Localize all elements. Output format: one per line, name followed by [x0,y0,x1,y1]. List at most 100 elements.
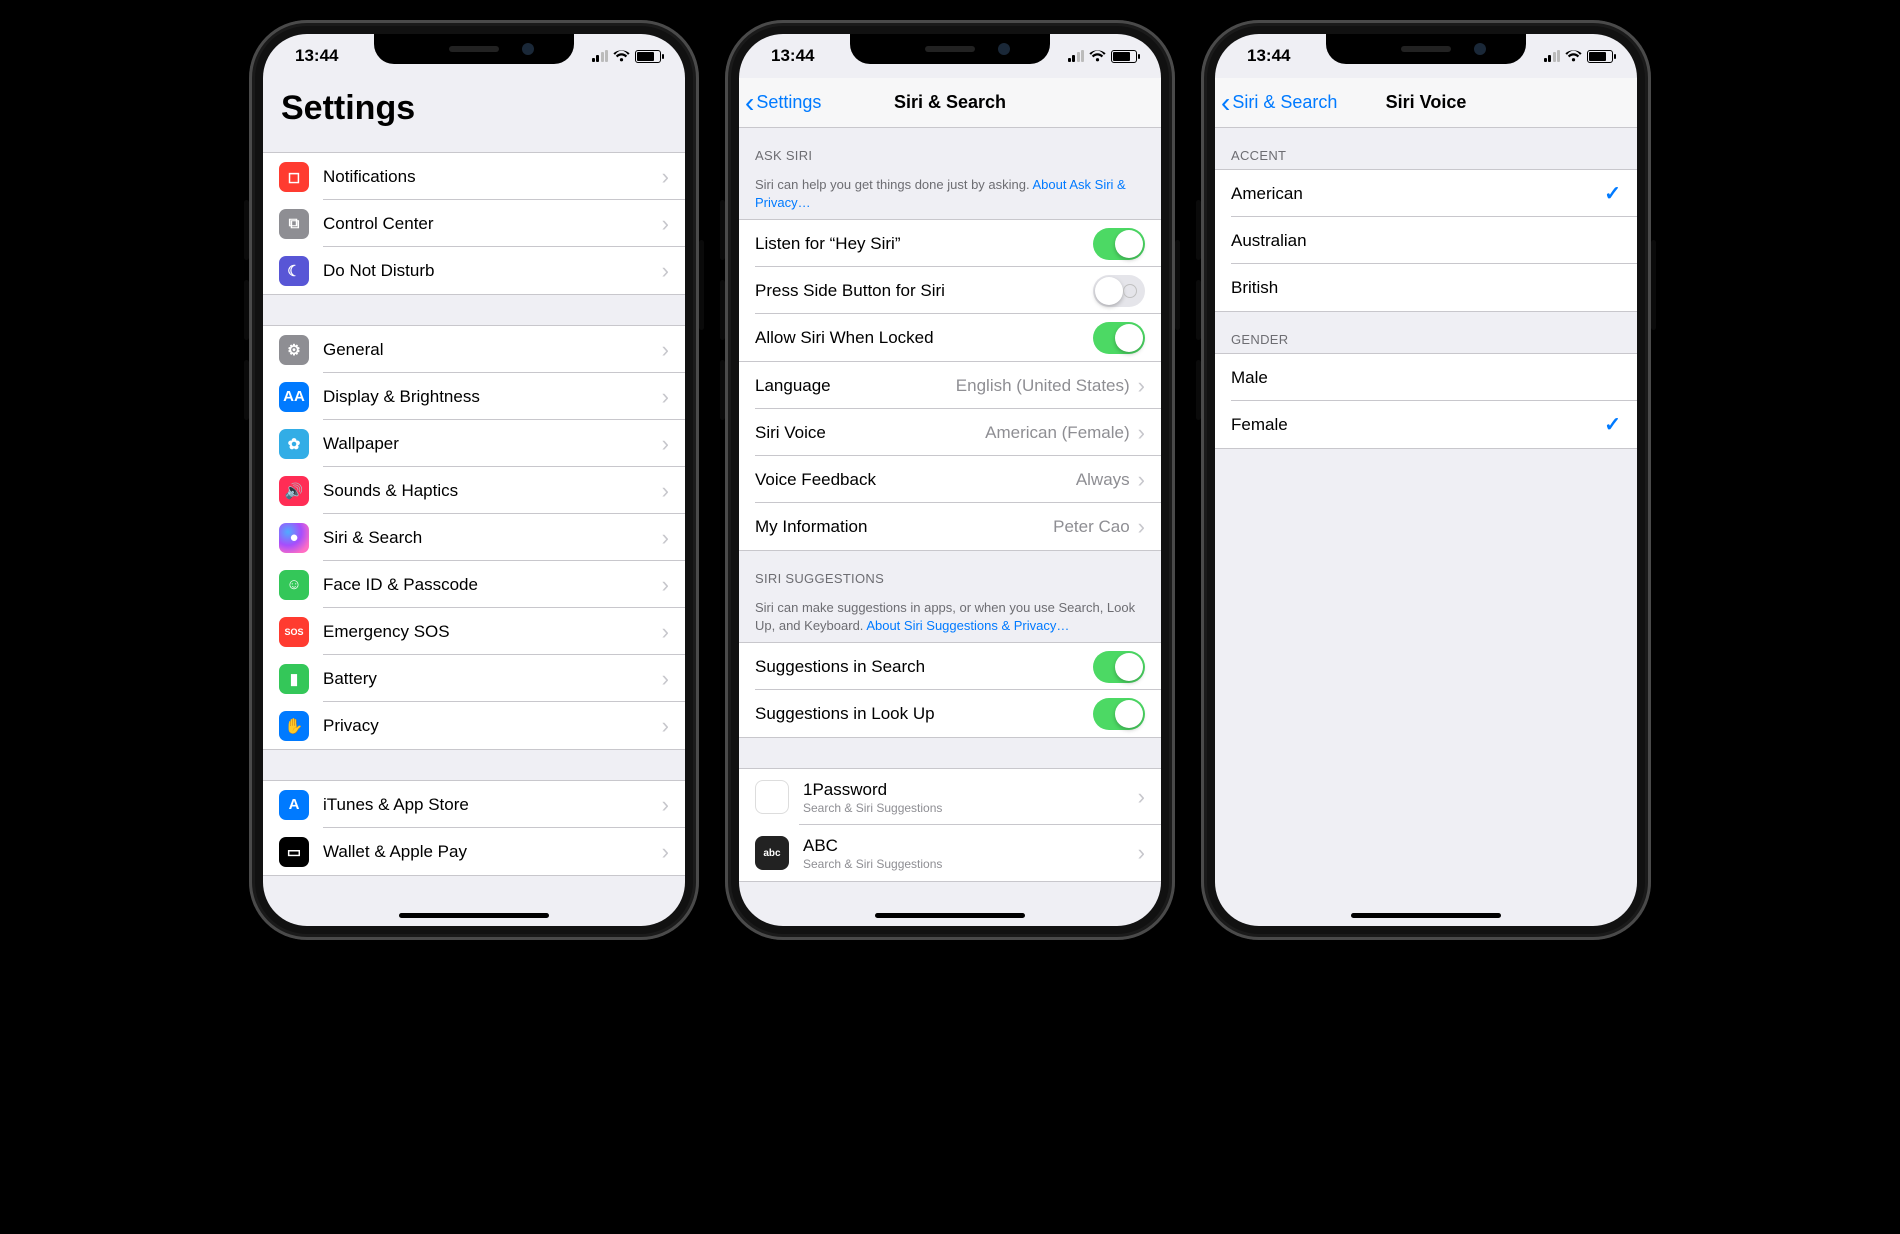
row-label: Emergency SOS [323,622,662,642]
row-label: Siri Voice [755,423,985,443]
back-button[interactable]: ‹ Settings [745,89,821,117]
control-center-icon: ⧉ [279,209,309,239]
back-button[interactable]: ‹ Siri & Search [1221,89,1337,117]
row-myinfo[interactable]: My Information Peter Cao › [739,503,1161,550]
toggle-hey-siri[interactable] [1093,228,1145,260]
phone-siri-voice: 13:44 ‹ Siri & Search Siri Voice ACCENT … [1201,20,1651,940]
app-row-abc[interactable]: abc ABC Search & Siri Suggestions › [739,825,1161,881]
settings-row-siri[interactable]: ● Siri & Search › [263,514,685,561]
row-label: Suggestions in Look Up [755,704,1093,724]
notch [850,34,1050,64]
settings-row-faceid[interactable]: ☺ Face ID & Passcode › [263,561,685,608]
row-label: Listen for “Hey Siri” [755,234,1093,254]
toggle-side-button[interactable] [1093,275,1145,307]
row-label: Face ID & Passcode [323,575,662,595]
app-label: 1Password [803,780,887,799]
settings-row-battery[interactable]: ▮ Battery › [263,655,685,702]
app-sub: Search & Siri Suggestions [803,801,1138,815]
chevron-right-icon: › [662,478,669,504]
wifi-icon [613,50,630,63]
signal-icon [1544,50,1561,62]
settings-row-notifications[interactable]: ◻ Notifications › [263,153,685,200]
option-american[interactable]: American ✓ [1215,170,1637,217]
section-header-ask-siri: ASK SIRI [739,128,1161,169]
chevron-right-icon: › [1138,784,1145,810]
settings-row-wallet[interactable]: ▭ Wallet & Apple Pay › [263,828,685,875]
app-row-1password[interactable]: ① 1Password Search & Siri Suggestions › [739,769,1161,825]
siri-icon: ● [279,523,309,553]
1password-icon: ① [755,780,789,814]
settings-content[interactable]: ◻ Notifications › ⧉ Control Center › ☾ D… [263,138,685,926]
option-british[interactable]: British [1215,264,1637,311]
back-label: Siri & Search [1232,92,1337,113]
app-label: ABC [803,836,838,855]
row-language[interactable]: Language English (United States) › [739,362,1161,409]
section-header-suggestions: SIRI SUGGESTIONS [739,551,1161,592]
row-sugg-search: Suggestions in Search [739,643,1161,690]
toggle-sugg-lookup[interactable] [1093,698,1145,730]
nav-bar: ‹ Settings Siri & Search [739,78,1161,128]
chevron-right-icon: › [662,572,669,598]
chevron-right-icon: › [662,164,669,190]
row-label: Voice Feedback [755,470,1076,490]
settings-row-general[interactable]: ⚙ General › [263,326,685,373]
abc-icon: abc [755,836,789,870]
notch [374,34,574,64]
settings-row-wallpaper[interactable]: ✿ Wallpaper › [263,420,685,467]
row-label: Notifications [323,167,662,187]
about-suggestions-link[interactable]: About Siri Suggestions & Privacy… [866,618,1069,633]
chevron-right-icon: › [1138,467,1145,493]
nav-bar: Settings [263,78,685,138]
home-indicator[interactable] [875,913,1025,918]
row-label: Privacy [323,716,662,736]
toggle-sugg-search[interactable] [1093,651,1145,683]
row-feedback[interactable]: Voice Feedback Always › [739,456,1161,503]
section-header-accent: ACCENT [1215,128,1637,169]
settings-row-dnd[interactable]: ☾ Do Not Disturb › [263,247,685,294]
row-detail: English (United States) [956,376,1130,396]
row-voice[interactable]: Siri Voice American (Female) › [739,409,1161,456]
phone-settings: 13:44 Settings ◻ Notifications › ⧉ Contr… [249,20,699,940]
chevron-right-icon: › [662,431,669,457]
chevron-right-icon: › [662,666,669,692]
sos-icon: SOS [279,617,309,647]
row-detail: Always [1076,470,1130,490]
siri-content[interactable]: ASK SIRI Siri can help you get things do… [739,128,1161,926]
privacy-icon: ✋ [279,711,309,741]
settings-row-sounds[interactable]: 🔊 Sounds & Haptics › [263,467,685,514]
option-australian[interactable]: Australian [1215,217,1637,264]
status-time: 13:44 [771,46,814,66]
settings-row-display[interactable]: AA Display & Brightness › [263,373,685,420]
option-male[interactable]: Male [1215,354,1637,401]
section-footer-suggestions: Siri can make suggestions in apps, or wh… [739,592,1161,642]
settings-row-privacy[interactable]: ✋ Privacy › [263,702,685,749]
row-label: My Information [755,517,1053,537]
row-label: Do Not Disturb [323,261,662,281]
faceid-icon: ☺ [279,570,309,600]
row-sugg-lookup: Suggestions in Look Up [739,690,1161,737]
general-icon: ⚙ [279,335,309,365]
nav-bar: ‹ Siri & Search Siri Voice [1215,78,1637,128]
home-indicator[interactable] [1351,913,1501,918]
option-female[interactable]: Female ✓ [1215,401,1637,448]
status-time: 13:44 [1247,46,1290,66]
settings-row-sos[interactable]: SOS Emergency SOS › [263,608,685,655]
battery-icon [1111,50,1137,63]
row-label: Control Center [323,214,662,234]
toggle-allow-locked[interactable] [1093,322,1145,354]
check-icon: ✓ [1604,181,1621,206]
row-label: Press Side Button for Siri [755,281,1093,301]
option-label: British [1231,278,1621,298]
row-label: iTunes & App Store [323,795,662,815]
row-label: Wallet & Apple Pay [323,842,662,862]
home-indicator[interactable] [399,913,549,918]
dnd-icon: ☾ [279,256,309,286]
status-time: 13:44 [295,46,338,66]
wallet-icon: ▭ [279,837,309,867]
settings-row-control-center[interactable]: ⧉ Control Center › [263,200,685,247]
signal-icon [1068,50,1085,62]
settings-row-itunes[interactable]: A iTunes & App Store › [263,781,685,828]
voice-content[interactable]: ACCENT American ✓ Australian British GEN… [1215,128,1637,926]
row-hey-siri: Listen for “Hey Siri” [739,220,1161,267]
row-label: Language [755,376,956,396]
